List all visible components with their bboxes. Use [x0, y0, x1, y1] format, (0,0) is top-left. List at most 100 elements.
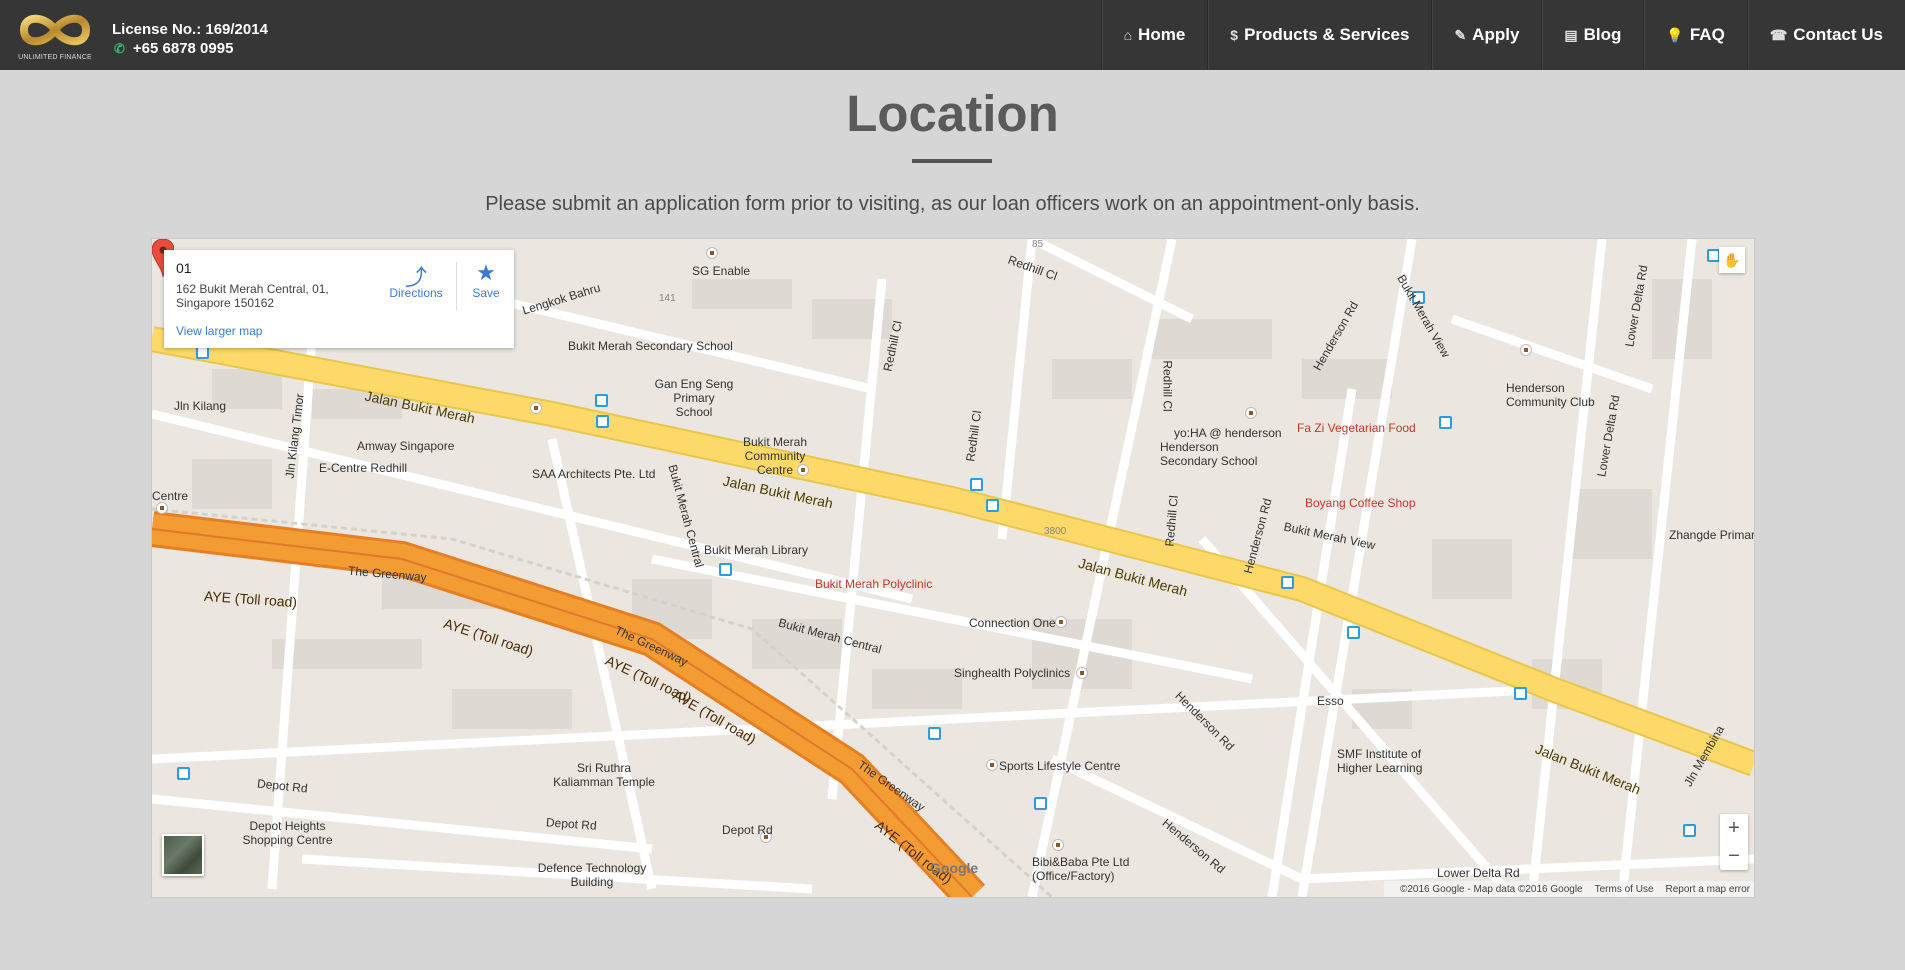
top-header: UNLIMITED FINANCE License No.: 169/2014 …: [0, 0, 1905, 70]
phone-icon: ☎: [1769, 26, 1788, 43]
bus-stop-icon[interactable]: [719, 563, 732, 576]
map-label: Centre: [152, 489, 189, 503]
poi-marker[interactable]: [1052, 839, 1064, 851]
map-label: Sports Lifestyle Centre: [999, 759, 1121, 773]
bus-stop-icon[interactable]: [1281, 576, 1294, 589]
directions-icon: ⤴: [404, 265, 427, 290]
phone-icon: ✆: [114, 41, 125, 56]
poi-marker[interactable]: [986, 759, 998, 771]
map-label: E-Centre Redhill: [319, 461, 408, 475]
dollar-icon: $: [1230, 27, 1239, 43]
map-label: Defence Technology Building: [537, 861, 647, 889]
brand-logo[interactable]: UNLIMITED FINANCE: [16, 6, 94, 64]
bus-stop-icon[interactable]: [928, 727, 941, 740]
map-label: Bukit Merah Community Centre: [742, 435, 808, 477]
bus-stop-icon[interactable]: [1347, 626, 1360, 639]
directions-label: Directions: [389, 286, 443, 300]
pegman-icon[interactable]: ✋: [1719, 247, 1745, 273]
map-label: SG Enable: [692, 264, 751, 278]
map-label: yo:HA @ henderson: [1174, 426, 1282, 440]
bus-stop-icon[interactable]: [177, 767, 190, 780]
poi-marker[interactable]: [1055, 616, 1067, 628]
bus-stop-icon[interactable]: [1514, 687, 1527, 700]
google-logo: Google: [930, 860, 979, 876]
place-address: 162 Bukit Merah Central, 01, Singapore 1…: [176, 282, 329, 310]
map-label: Singhealth Polyclinics: [954, 666, 1071, 680]
map-label: 3800: [1044, 526, 1067, 537]
map-label: Henderson Community Club: [1506, 381, 1595, 409]
zoom-out-button[interactable]: −: [1720, 842, 1748, 870]
nav-contact-label: Contact Us: [1793, 25, 1883, 44]
terms-link[interactable]: Terms of Use: [1595, 884, 1654, 895]
home-icon: ⌂: [1123, 27, 1133, 43]
zoom-control: + −: [1720, 814, 1748, 870]
license-number: License No.: 169/2014: [112, 21, 268, 38]
nav-apply[interactable]: ✎ Apply: [1431, 0, 1541, 70]
bus-stop-icon[interactable]: [596, 415, 609, 428]
bus-stop-icon[interactable]: [970, 478, 983, 491]
map-info-card: 01 162 Bukit Merah Central, 01, Singapor…: [164, 250, 514, 348]
bus-stop-icon[interactable]: [595, 394, 608, 407]
map-label: 141: [659, 293, 676, 304]
poi-marker[interactable]: [1245, 407, 1257, 419]
nav-products-services[interactable]: $ Products & Services: [1207, 0, 1431, 70]
nav-faq[interactable]: 💡 FAQ: [1643, 0, 1746, 70]
bus-stop-icon[interactable]: [986, 499, 999, 512]
map-label: Boyang Coffee Shop: [1305, 496, 1416, 510]
bus-stop-icon[interactable]: [1683, 824, 1696, 837]
edit-icon: ✎: [1454, 26, 1467, 43]
map-label: Zhangde Primary: [1669, 528, 1755, 542]
poi-marker[interactable]: [1520, 344, 1532, 356]
bus-stop-icon[interactable]: [1439, 416, 1452, 429]
poi-marker[interactable]: [156, 502, 168, 514]
map-label: 85: [1032, 239, 1044, 250]
phone-number: ✆ +65 6878 0995: [114, 40, 233, 57]
map-label: Sri Ruthra Kaliamman Temple: [553, 761, 655, 789]
page-title: Location: [846, 85, 1059, 142]
phone-text: +65 6878 0995: [132, 40, 234, 57]
page-subtitle: Please submit an application form prior …: [485, 193, 1420, 215]
map-label: Lower Delta Rd: [1437, 866, 1520, 880]
map-label: Bibi&Baba Pte Ltd (Office/Factory): [1032, 855, 1130, 883]
nav-blog-label: Blog: [1583, 25, 1622, 44]
map-attribution: ©2016 Google - Map data ©2016 Google Ter…: [1383, 881, 1754, 897]
map-label: Fa Zi Vegetarian Food: [1297, 421, 1416, 435]
report-error-link[interactable]: Report a map error: [1666, 884, 1750, 895]
poi-marker[interactable]: [706, 247, 718, 259]
title-underline: [912, 159, 992, 163]
map-label: Redhill Cl: [1160, 360, 1175, 412]
nav-faq-label: FAQ: [1689, 25, 1725, 44]
bus-stop-icon[interactable]: [1034, 797, 1047, 810]
map-label: Esso: [1317, 694, 1344, 708]
attribution-text: ©2016 Google - Map data ©2016 Google: [1399, 883, 1583, 895]
star-icon: ★: [476, 260, 496, 285]
save-label: Save: [472, 286, 500, 300]
nav-blog[interactable]: ▤ Blog: [1541, 0, 1643, 70]
place-title: 01: [176, 260, 192, 276]
map-label: SAA Architects Pte. Ltd: [532, 467, 656, 481]
nav-home-label: Home: [1138, 25, 1186, 44]
map-label: Gan Eng Seng Primary School: [654, 377, 734, 419]
map-label: Connection One: [969, 616, 1056, 630]
map-label: Jln Kilang: [174, 399, 227, 413]
google-map[interactable]: SG Enable Lengkok Bahru 141 85 Bukit Mer…: [151, 238, 1755, 898]
zoom-in-button[interactable]: +: [1720, 814, 1748, 842]
map-label: Henderson Secondary School: [1160, 440, 1258, 468]
map-label: Amway Singapore: [357, 439, 455, 453]
satellite-toggle[interactable]: [162, 834, 204, 876]
nav-contact-us[interactable]: ☎ Contact Us: [1746, 0, 1905, 70]
save-button[interactable]: ★ Save: [466, 260, 506, 300]
logo-text: UNLIMITED FINANCE: [18, 54, 92, 61]
nav-apply-label: Apply: [1472, 25, 1520, 44]
poi-marker[interactable]: [1076, 667, 1088, 679]
map-label: Bukit Merah Library: [704, 543, 809, 557]
map-label: SMF Institute of Higher Learning: [1337, 747, 1423, 775]
infinity-logo-icon: [19, 14, 91, 46]
map-label: Depot Heights Shopping Centre: [242, 819, 333, 847]
directions-button[interactable]: ⤴ Directions: [386, 260, 446, 300]
view-larger-map-link[interactable]: View larger map: [176, 324, 262, 338]
divider: [456, 262, 457, 310]
nav-home[interactable]: ⌂ Home: [1100, 0, 1208, 70]
main-nav: ⌂ Home $ Products & Services ✎ Apply ▤ Blog …: [1100, 0, 1905, 70]
poi-marker[interactable]: [530, 402, 542, 414]
